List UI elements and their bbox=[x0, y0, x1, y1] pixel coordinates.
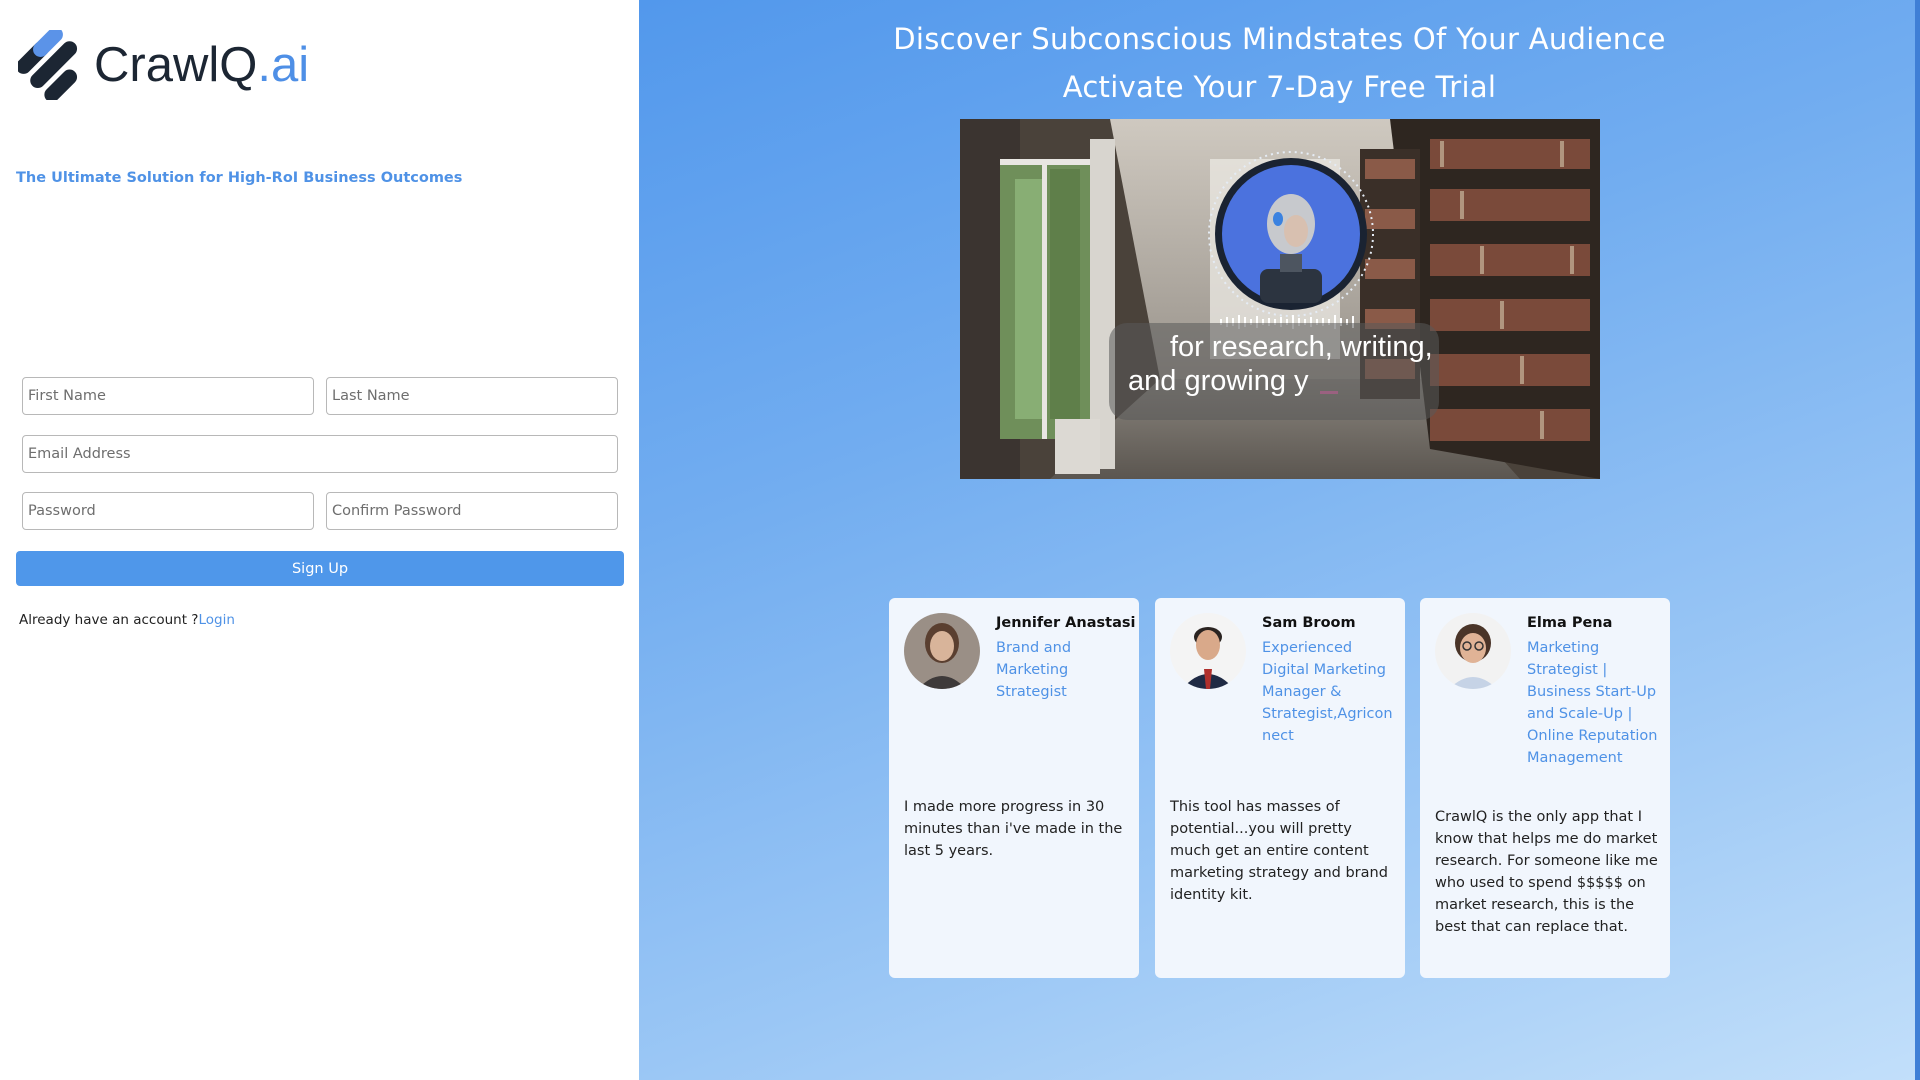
library-scene-image bbox=[960, 119, 1600, 479]
testimonial-quote: I made more progress in 30 minutes than … bbox=[904, 799, 1123, 859]
testimonial-card: Sam Broom Experienced Digital Marketing … bbox=[1155, 598, 1405, 978]
testimonial-role: Brand and Marketing Strategist bbox=[996, 640, 1072, 700]
sign-up-button[interactable]: Sign Up bbox=[16, 551, 624, 586]
crawlq-logo: CrawlQ.ai bbox=[16, 27, 309, 103]
logo-name: CrawlQ bbox=[94, 38, 258, 92]
login-prompt-text: Already have an account ? bbox=[19, 612, 199, 628]
testimonial-card: Elma Pena Marketing Strategist | Busines… bbox=[1420, 598, 1670, 978]
first-name-input[interactable] bbox=[22, 377, 314, 415]
marketing-panel: Discover Subconscious Mindstates Of Your… bbox=[639, 0, 1920, 1080]
avatar bbox=[1170, 613, 1246, 689]
testimonial-name: Jennifer Anastasi bbox=[996, 615, 1136, 631]
testimonial-name: Elma Pena bbox=[1527, 615, 1613, 631]
avatar bbox=[1435, 613, 1511, 689]
testimonial-name: Sam Broom bbox=[1262, 615, 1356, 631]
login-prompt-line: Already have an account ?Login bbox=[19, 612, 235, 628]
testimonial-role: Marketing Strategist | Business Start-Up… bbox=[1527, 640, 1658, 766]
testimonial-role: Experienced Digital Marketing Manager & … bbox=[1262, 640, 1393, 744]
login-link[interactable]: Login bbox=[198, 612, 234, 628]
crawlq-logo-icon bbox=[16, 27, 90, 103]
email-input[interactable] bbox=[22, 435, 618, 473]
scrollbar[interactable] bbox=[1915, 0, 1920, 1080]
logo-suffix: .ai bbox=[257, 38, 310, 92]
tagline: The Ultimate Solution for High-RoI Busin… bbox=[16, 170, 463, 186]
hero-headline: Discover Subconscious Mindstates Of Your… bbox=[893, 22, 1666, 56]
promo-video[interactable]: for research, writing, and growing y bbox=[960, 119, 1600, 479]
confirm-password-input[interactable] bbox=[326, 492, 618, 530]
last-name-input[interactable] bbox=[326, 377, 618, 415]
video-caption-line-1: for research, writing, bbox=[1170, 331, 1433, 363]
logo-wordmark: CrawlQ.ai bbox=[94, 37, 309, 93]
password-input[interactable] bbox=[22, 492, 314, 530]
testimonial-quote: This tool has masses of potential...you … bbox=[1170, 799, 1388, 903]
testimonial-quote: CrawlQ is the only app that I know that … bbox=[1435, 809, 1658, 935]
signup-panel: CrawlQ.ai The Ultimate Solution for High… bbox=[0, 0, 639, 1080]
testimonial-card: Jennifer Anastasi Brand and Marketing St… bbox=[889, 598, 1139, 978]
hero-subheadline: Activate Your 7-Day Free Trial bbox=[1062, 70, 1497, 104]
video-caption-line-2: and growing y bbox=[1128, 365, 1309, 397]
avatar bbox=[904, 613, 980, 689]
